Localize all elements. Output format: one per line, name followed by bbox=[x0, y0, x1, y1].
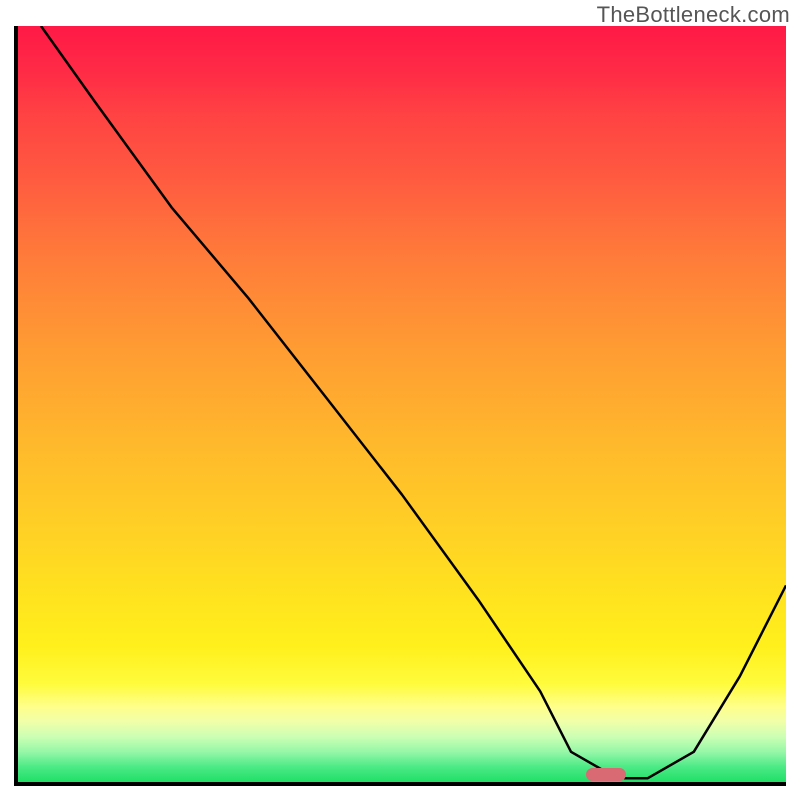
plot-area bbox=[14, 26, 786, 786]
curve-svg bbox=[18, 26, 786, 782]
watermark-text: TheBottleneck.com bbox=[597, 2, 790, 28]
bottleneck-curve bbox=[41, 26, 786, 778]
chart-container: TheBottleneck.com bbox=[0, 0, 800, 800]
optimum-marker bbox=[586, 768, 626, 781]
